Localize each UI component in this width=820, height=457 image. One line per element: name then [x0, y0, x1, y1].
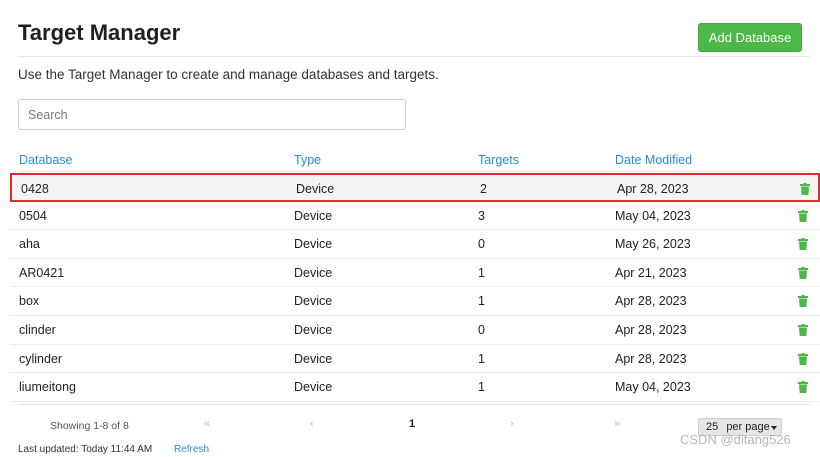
trash-icon[interactable]	[798, 352, 808, 365]
date-modified: Apr 28, 2023	[615, 351, 687, 366]
column-header-type[interactable]: Type	[294, 153, 321, 167]
database-name[interactable]: clinder	[19, 323, 56, 337]
date-modified: May 26, 2023	[615, 237, 691, 252]
database-name[interactable]: liumeitong	[19, 380, 76, 394]
date-modified: May 04, 2023	[615, 208, 691, 223]
page-title: Target Manager	[18, 20, 181, 45]
table-row[interactable]: 0504 Device 3 May 04, 2023	[10, 202, 820, 231]
database-name[interactable]: AR0421	[19, 266, 64, 280]
database-name[interactable]: 0428	[21, 182, 49, 196]
column-header-date-modified[interactable]: Date Modified	[615, 153, 692, 167]
database-name[interactable]: 0504	[19, 209, 47, 223]
trash-icon[interactable]	[798, 266, 808, 279]
trash-icon[interactable]	[798, 323, 808, 336]
refresh-link[interactable]: Refresh	[174, 444, 209, 455]
database-type: Device	[294, 237, 333, 252]
prev-page-button[interactable]: ‹	[310, 418, 314, 430]
search-input[interactable]	[18, 99, 406, 130]
date-modified: Apr 28, 2023	[615, 294, 687, 309]
first-page-button[interactable]: «	[204, 418, 210, 430]
trash-icon[interactable]	[798, 295, 808, 308]
column-header-database[interactable]: Database	[19, 153, 73, 167]
add-database-button[interactable]: Add Database	[698, 23, 802, 52]
table-row[interactable]: AR0421 Device 1 Apr 21, 2023	[10, 259, 820, 288]
next-page-button[interactable]: ›	[510, 418, 514, 430]
target-count: 3	[478, 208, 485, 223]
trash-icon[interactable]	[798, 238, 808, 251]
date-modified: Apr 28, 2023	[617, 182, 689, 196]
date-modified: May 04, 2023	[615, 380, 691, 395]
table-row[interactable]: clinder Device 0 Apr 28, 2023	[10, 316, 820, 345]
caret-down-icon	[771, 426, 777, 430]
database-type: Device	[294, 265, 333, 280]
target-count: 1	[478, 265, 485, 280]
database-type: Device	[296, 182, 335, 196]
date-modified: Apr 21, 2023	[615, 265, 687, 280]
trash-icon[interactable]	[800, 183, 810, 195]
footer-divider	[18, 404, 810, 405]
last-page-button[interactable]: »	[614, 418, 620, 430]
target-count: 2	[480, 182, 487, 196]
table-header: Database Type Targets Date Modified	[18, 148, 810, 172]
page-description: Use the Target Manager to create and man…	[18, 67, 439, 82]
table-row[interactable]: liumeitong Device 1 May 04, 2023	[10, 373, 820, 402]
database-type: Device	[294, 380, 333, 395]
showing-count: Showing 1-8 of 8	[50, 420, 129, 432]
current-page[interactable]: 1	[409, 418, 415, 430]
database-type: Device	[294, 351, 333, 366]
database-name[interactable]: aha	[19, 237, 40, 251]
table-row[interactable]: aha Device 0 May 26, 2023	[10, 230, 820, 259]
database-type: Device	[294, 322, 333, 337]
target-count: 0	[478, 322, 485, 337]
trash-icon[interactable]	[798, 209, 808, 222]
database-name[interactable]: cylinder	[19, 352, 62, 366]
column-header-targets[interactable]: Targets	[478, 153, 519, 167]
header-divider	[18, 56, 810, 57]
last-updated-text: Last updated: Today 11:44 AM	[18, 444, 153, 455]
table-row[interactable]: box Device 1 Apr 28, 2023	[10, 287, 820, 316]
database-table-body: 0428 Device 2 Apr 28, 2023 0504 Device 3…	[10, 173, 820, 402]
target-count: 1	[478, 294, 485, 309]
target-count: 1	[478, 380, 485, 395]
database-name[interactable]: box	[19, 294, 39, 308]
target-count: 1	[478, 351, 485, 366]
table-row[interactable]: 0428 Device 2 Apr 28, 2023	[10, 173, 820, 202]
target-count: 0	[478, 237, 485, 252]
trash-icon[interactable]	[798, 381, 808, 394]
database-type: Device	[294, 294, 333, 309]
date-modified: Apr 28, 2023	[615, 322, 687, 337]
watermark: CSDN @ditang526	[680, 432, 791, 447]
database-type: Device	[294, 208, 333, 223]
table-row[interactable]: cylinder Device 1 Apr 28, 2023	[10, 345, 820, 374]
